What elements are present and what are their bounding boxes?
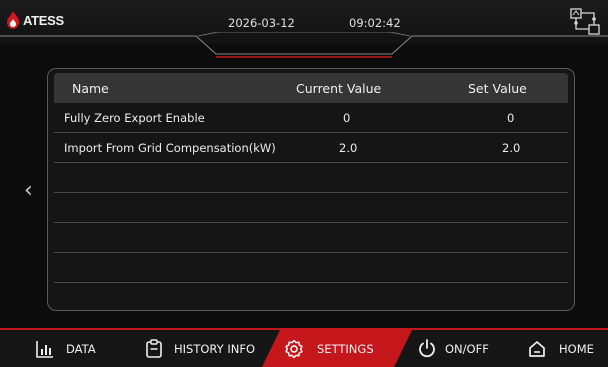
nav-settings-button[interactable]: SETTINGS [284,330,374,367]
nav-home-label: HOME [559,341,594,356]
row-name: Fully Zero Export Enable [64,111,205,125]
row-set-value[interactable]: 2.0 [502,141,520,155]
table-row[interactable]: Import From Grid Compensation(kW) 2.0 2.… [54,133,568,163]
table-row[interactable] [54,163,568,193]
clipboard-icon [146,339,162,358]
nav-data-label: DATA [66,341,96,356]
row-current-value: 2.0 [339,141,358,155]
time-display: 09:02:42 [349,16,401,30]
brand-logo: ATESS [6,11,64,29]
header-decoration [0,32,608,58]
nav-settings-label: SETTINGS [317,341,374,356]
table-header: Name Current Value Set Value [54,73,568,103]
nav-onoff-button[interactable]: ON/OFF [418,330,489,367]
bottom-navigation: DATA HISTORY INFO SETTINGS ON/OFF HOME [0,328,608,367]
nav-history-button[interactable]: HISTORY INFO [146,330,255,367]
column-header-current-value: Current Value [296,81,382,96]
brand-name: ATESS [23,12,64,28]
column-header-name: Name [72,81,109,96]
date-display: 2026-03-12 [228,16,295,30]
table-row[interactable]: Fully Zero Export Enable 0 0 [54,103,568,133]
flame-icon [7,11,19,29]
row-set-value[interactable]: 0 [507,111,514,125]
bar-chart-icon [36,340,53,358]
back-chevron-icon[interactable]: ‹ [24,180,33,202]
nav-data-button[interactable]: DATA [36,330,96,367]
table-row[interactable] [54,193,568,223]
row-current-value: 0 [343,111,351,125]
top-bar: ATESS 2026-03-12 09:02:42 [0,0,608,58]
parameter-table: Name Current Value Set Value Fully Zero … [47,68,575,311]
column-header-set-value: Set Value [468,81,527,96]
nav-onoff-label: ON/OFF [445,341,489,356]
nav-history-label: HISTORY INFO [174,341,256,356]
table-row[interactable] [54,253,568,283]
nav-home-button[interactable]: HOME [528,330,594,367]
system-diagram-icon[interactable] [570,8,600,36]
home-icon [529,340,545,357]
table-row[interactable] [54,223,568,253]
row-name: Import From Grid Compensation(kW) [64,141,276,155]
power-icon [419,339,435,358]
gear-icon [285,339,303,358]
